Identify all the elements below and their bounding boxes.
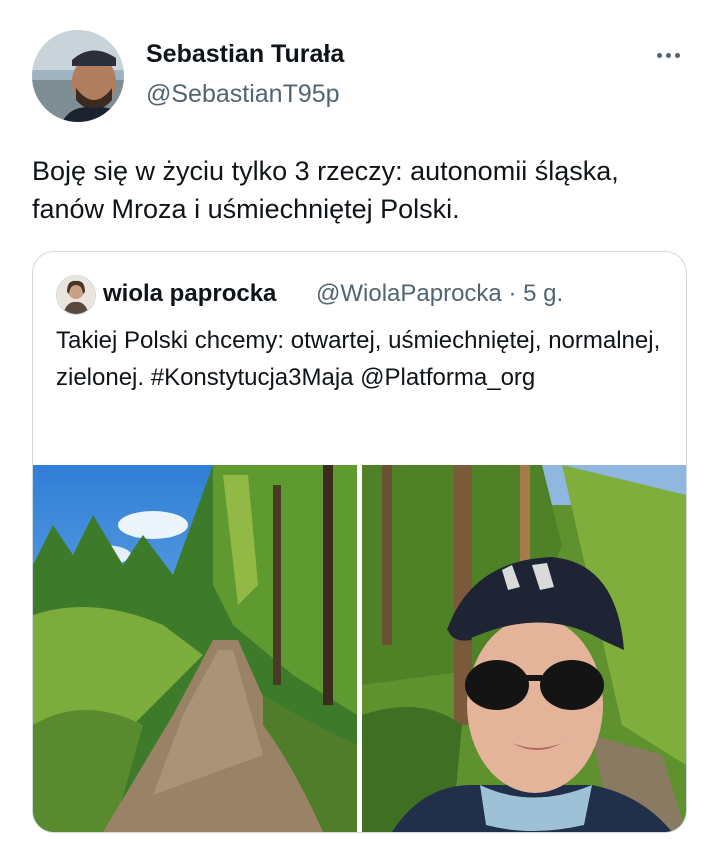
- meta-separator: ·: [508, 280, 517, 307]
- quoted-meta: @WiolaPaprocka · 5 g.: [316, 280, 563, 308]
- photo-forest-path[interactable]: [33, 465, 357, 832]
- author-avatar[interactable]: [32, 30, 124, 122]
- author-handle[interactable]: @SebastianT95p: [146, 80, 340, 109]
- more-options-button[interactable]: [648, 40, 688, 70]
- quoted-author-avatar[interactable]: [56, 275, 96, 315]
- more-horizontal-icon: [656, 52, 662, 58]
- tweet-text: Boję się w życiu tylko 3 rzeczy: autonom…: [32, 156, 619, 224]
- quoted-time[interactable]: 5 g.: [523, 280, 563, 307]
- quoted-author-handle[interactable]: @WiolaPaprocka: [316, 280, 502, 307]
- photo-selfie[interactable]: [362, 465, 686, 832]
- quoted-tweet[interactable]: wiola paprocka @WiolaPaprocka · 5 g. Tak…: [32, 251, 687, 833]
- quoted-tweet-text: Takiej Polski chcemy: otwartej, uśmiechn…: [56, 327, 661, 391]
- more-dot: [665, 52, 671, 58]
- quoted-author-name[interactable]: wiola paprocka: [103, 280, 276, 308]
- more-dot: [674, 52, 680, 58]
- author-name[interactable]: Sebastian Turała: [146, 40, 344, 69]
